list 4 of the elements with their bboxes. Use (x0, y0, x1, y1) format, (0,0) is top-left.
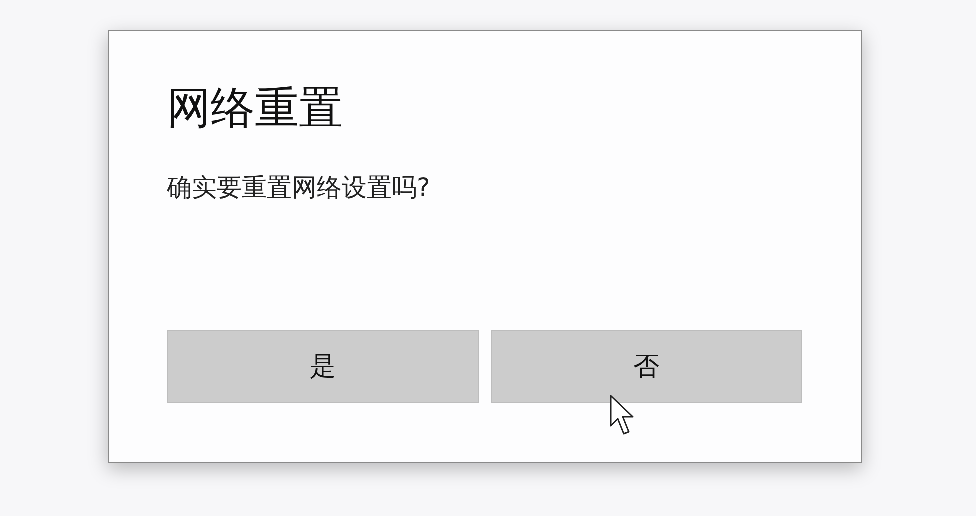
dialog-button[interactable]: 否 (490, 330, 802, 403)
dialog-button[interactable]: 是 (167, 330, 478, 403)
dialog-title: 网络重置 (167, 82, 344, 136)
dialog-message: 确实要重置网络设置吗? (167, 172, 432, 204)
